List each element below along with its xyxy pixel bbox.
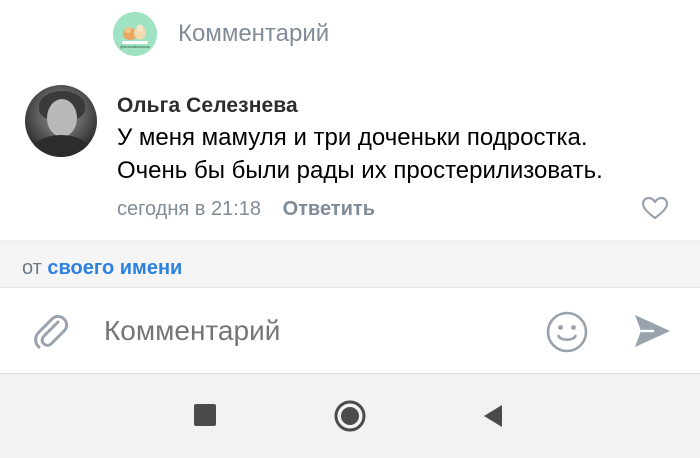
- top-comment-placeholder: Комментарий: [178, 20, 330, 47]
- post-as-selector[interactable]: своего имени: [47, 257, 182, 279]
- paperclip-icon[interactable]: [30, 310, 72, 352]
- top-comment-row[interactable]: @Animalsrescue Комментарий: [0, 0, 700, 70]
- group-avatar-text: @Animalsrescue: [120, 44, 151, 49]
- heart-icon[interactable]: [641, 196, 669, 220]
- comment-meta: сегодня в 21:18 Ответить: [117, 196, 375, 222]
- smiley-icon[interactable]: [545, 310, 589, 354]
- circle-icon[interactable]: [334, 400, 366, 432]
- comment-text-line: У меня мамуля и три доченьки подростка.: [117, 124, 588, 151]
- comment-text-line: Очень бы были рады их простерилизовать.: [117, 157, 603, 184]
- comment-time: сегодня в 21:18: [117, 198, 261, 220]
- square-icon[interactable]: [194, 404, 216, 426]
- reply-button[interactable]: Ответить: [283, 198, 375, 220]
- post-as-prefix: от: [22, 257, 42, 279]
- comment-author-name[interactable]: Ольга Селезнева: [117, 93, 298, 119]
- system-nav-bar: [0, 374, 700, 458]
- comment-input[interactable]: [104, 314, 524, 348]
- group-avatar: @Animalsrescue: [113, 12, 157, 56]
- user-avatar[interactable]: [25, 85, 97, 157]
- post-as-label: от своего имени: [22, 256, 182, 280]
- post-as-bar: от своего имени: [0, 244, 700, 288]
- send-icon[interactable]: [632, 312, 672, 350]
- group-logo-icon: @Animalsrescue: [113, 12, 157, 56]
- comment-composer: [0, 288, 700, 374]
- comment-text: У меня мамуля и три доченьки подростка. …: [117, 121, 677, 187]
- triangle-back-icon[interactable]: [482, 403, 504, 429]
